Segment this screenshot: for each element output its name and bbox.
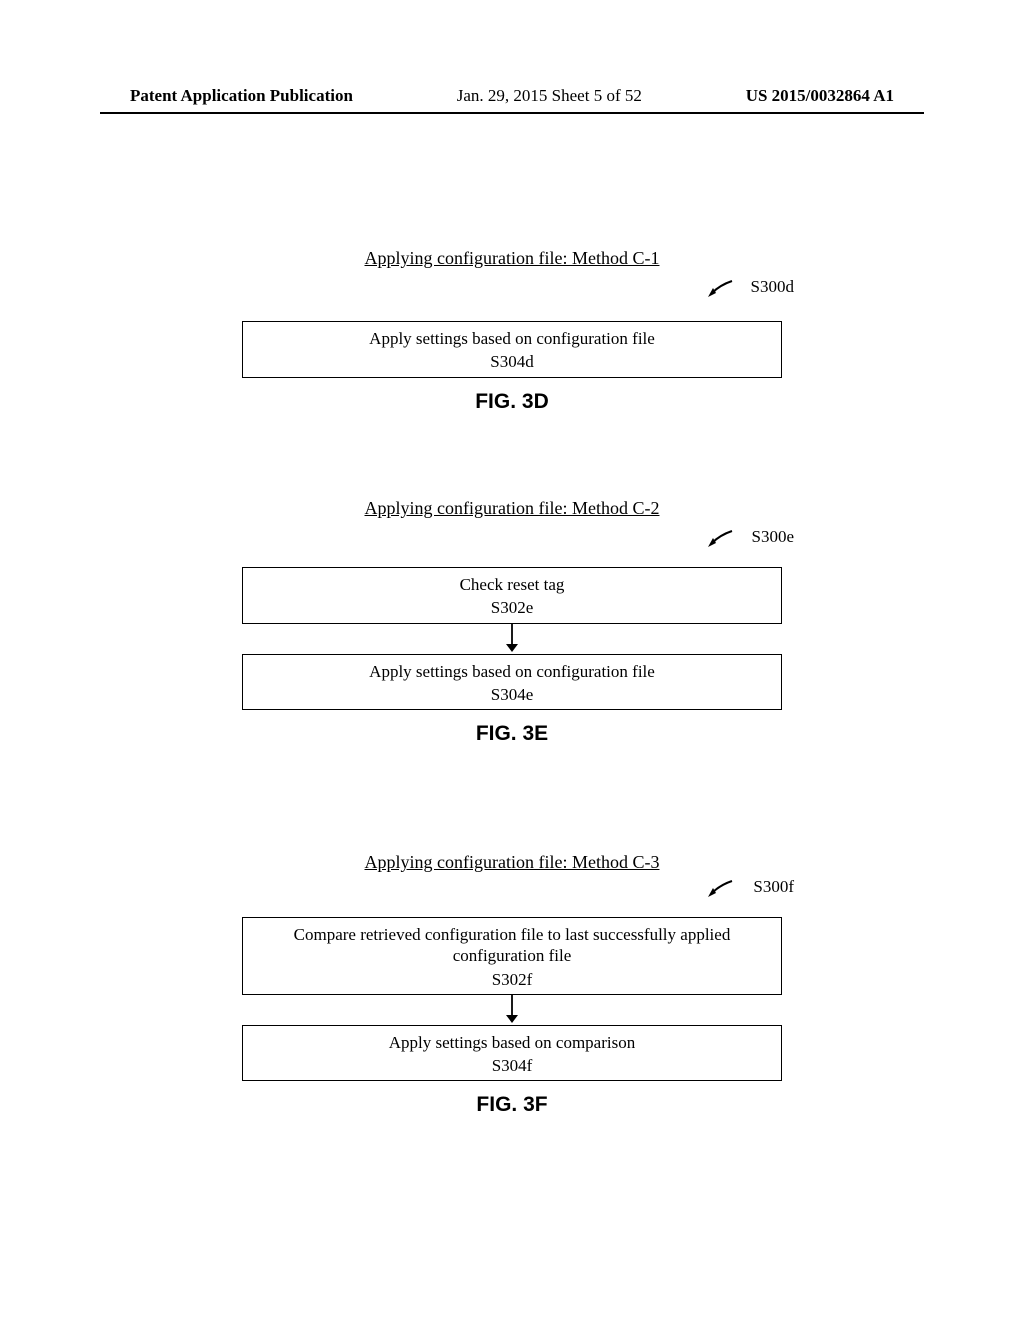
ref-arrow-icon <box>706 279 734 299</box>
method-title-c2: Applying configuration file: Method C-2 <box>365 498 660 519</box>
figure-label-3d: FIG. 3D <box>0 390 1024 414</box>
step-box-s304f: Apply settings based on comparison S304f <box>242 1025 782 1082</box>
figure-3d-section: Applying configuration file: Method C-1 … <box>0 248 1024 414</box>
header-pubnum: US 2015/0032864 A1 <box>746 86 894 106</box>
step-box-s304e: Apply settings based on configuration fi… <box>242 654 782 711</box>
header-rule <box>100 112 924 114</box>
header-publication: Patent Application Publication <box>130 86 353 106</box>
flow-arrow-f <box>242 995 782 1025</box>
method-title-c1: Applying configuration file: Method C-1 <box>365 248 660 269</box>
step-text: Apply settings based on configuration fi… <box>253 328 771 349</box>
down-arrow-icon <box>502 624 522 654</box>
page-header: Patent Application Publication Jan. 29, … <box>130 86 894 106</box>
step-text: Apply settings based on configuration fi… <box>253 661 771 682</box>
ref-label-d: S300d <box>751 277 794 297</box>
step-text: Check reset tag <box>253 574 771 595</box>
method-title-c3: Applying configuration file: Method C-3 <box>365 852 660 873</box>
down-arrow-icon <box>502 995 522 1025</box>
ref-pointer-f: S300f <box>242 879 782 903</box>
ref-pointer-e: S300e <box>242 525 782 553</box>
figure-3f-section: Applying configuration file: Method C-3 … <box>0 852 1024 1117</box>
step-code: S304e <box>253 684 771 705</box>
ref-arrow-icon <box>706 529 734 549</box>
ref-arrow-icon <box>706 879 734 899</box>
step-code: S302e <box>253 597 771 618</box>
step-box-s302f: Compare retrieved configuration file to … <box>242 917 782 995</box>
ref-label-e: S300e <box>752 527 795 547</box>
step-text: Apply settings based on comparison <box>253 1032 771 1053</box>
step-code: S304f <box>253 1055 771 1076</box>
ref-pointer-d: S300d <box>242 275 782 303</box>
figure-label-3e: FIG. 3E <box>0 722 1024 746</box>
step-text: Compare retrieved configuration file to … <box>253 924 771 967</box>
step-code: S302f <box>253 969 771 990</box>
flow-arrow-e <box>242 624 782 654</box>
figure-label-3f: FIG. 3F <box>0 1093 1024 1117</box>
step-box-s302e: Check reset tag S302e <box>242 567 782 624</box>
ref-label-f: S300f <box>753 877 794 897</box>
figure-3e-section: Applying configuration file: Method C-2 … <box>0 498 1024 746</box>
header-date-sheet: Jan. 29, 2015 Sheet 5 of 52 <box>457 86 642 106</box>
step-box-s304d: Apply settings based on configuration fi… <box>242 321 782 378</box>
step-code: S304d <box>253 351 771 372</box>
